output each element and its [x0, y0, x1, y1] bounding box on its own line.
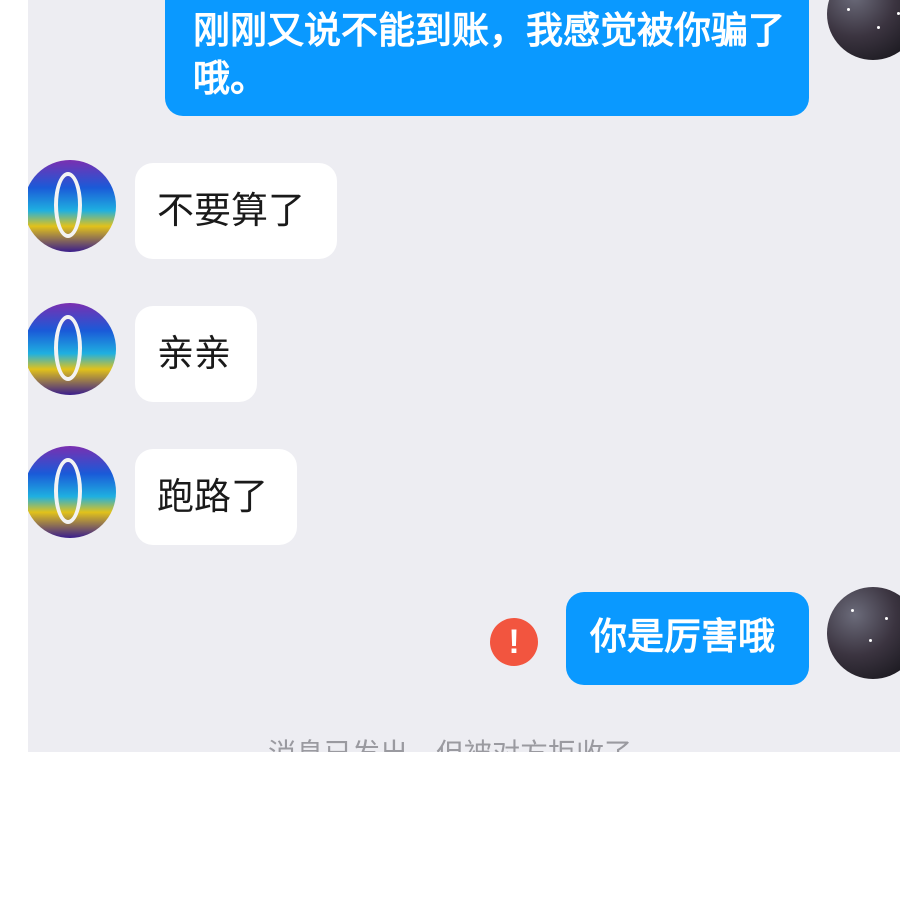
- logo-ring: [54, 458, 82, 524]
- contact-avatar[interactable]: [28, 303, 116, 395]
- contact-avatar[interactable]: [28, 446, 116, 538]
- outgoing-message-bubble[interactable]: 你是厉害哦: [566, 592, 809, 685]
- error-exclamation-icon[interactable]: !: [490, 618, 538, 666]
- logo-ring: [54, 315, 82, 381]
- message-text: 你是厉害哦: [590, 614, 775, 658]
- incoming-message-bubble[interactable]: 亲亲: [135, 306, 257, 402]
- contact-avatar[interactable]: [28, 160, 116, 252]
- incoming-message-bubble[interactable]: 跑路了: [135, 449, 297, 545]
- message-text: 亲亲: [157, 332, 231, 375]
- message-text: 刚刚又说不能到账，我感觉被你骗了哦。: [193, 8, 785, 100]
- chat-area: 刚刚又说不能到账，我感觉被你骗了哦。 不要算了 亲亲 跑路了 ! 你是厉害哦 消…: [28, 0, 900, 752]
- my-avatar[interactable]: [827, 587, 900, 679]
- logo-ring: [54, 172, 82, 238]
- my-avatar[interactable]: [827, 0, 900, 60]
- message-text: 不要算了: [157, 189, 305, 232]
- message-text: 跑路了: [157, 475, 268, 518]
- system-notice: 消息已发出，但被对方拒收了。: [28, 732, 900, 752]
- incoming-message-bubble[interactable]: 不要算了: [135, 163, 337, 259]
- outgoing-message-bubble[interactable]: 刚刚又说不能到账，我感觉被你骗了哦。: [165, 0, 809, 116]
